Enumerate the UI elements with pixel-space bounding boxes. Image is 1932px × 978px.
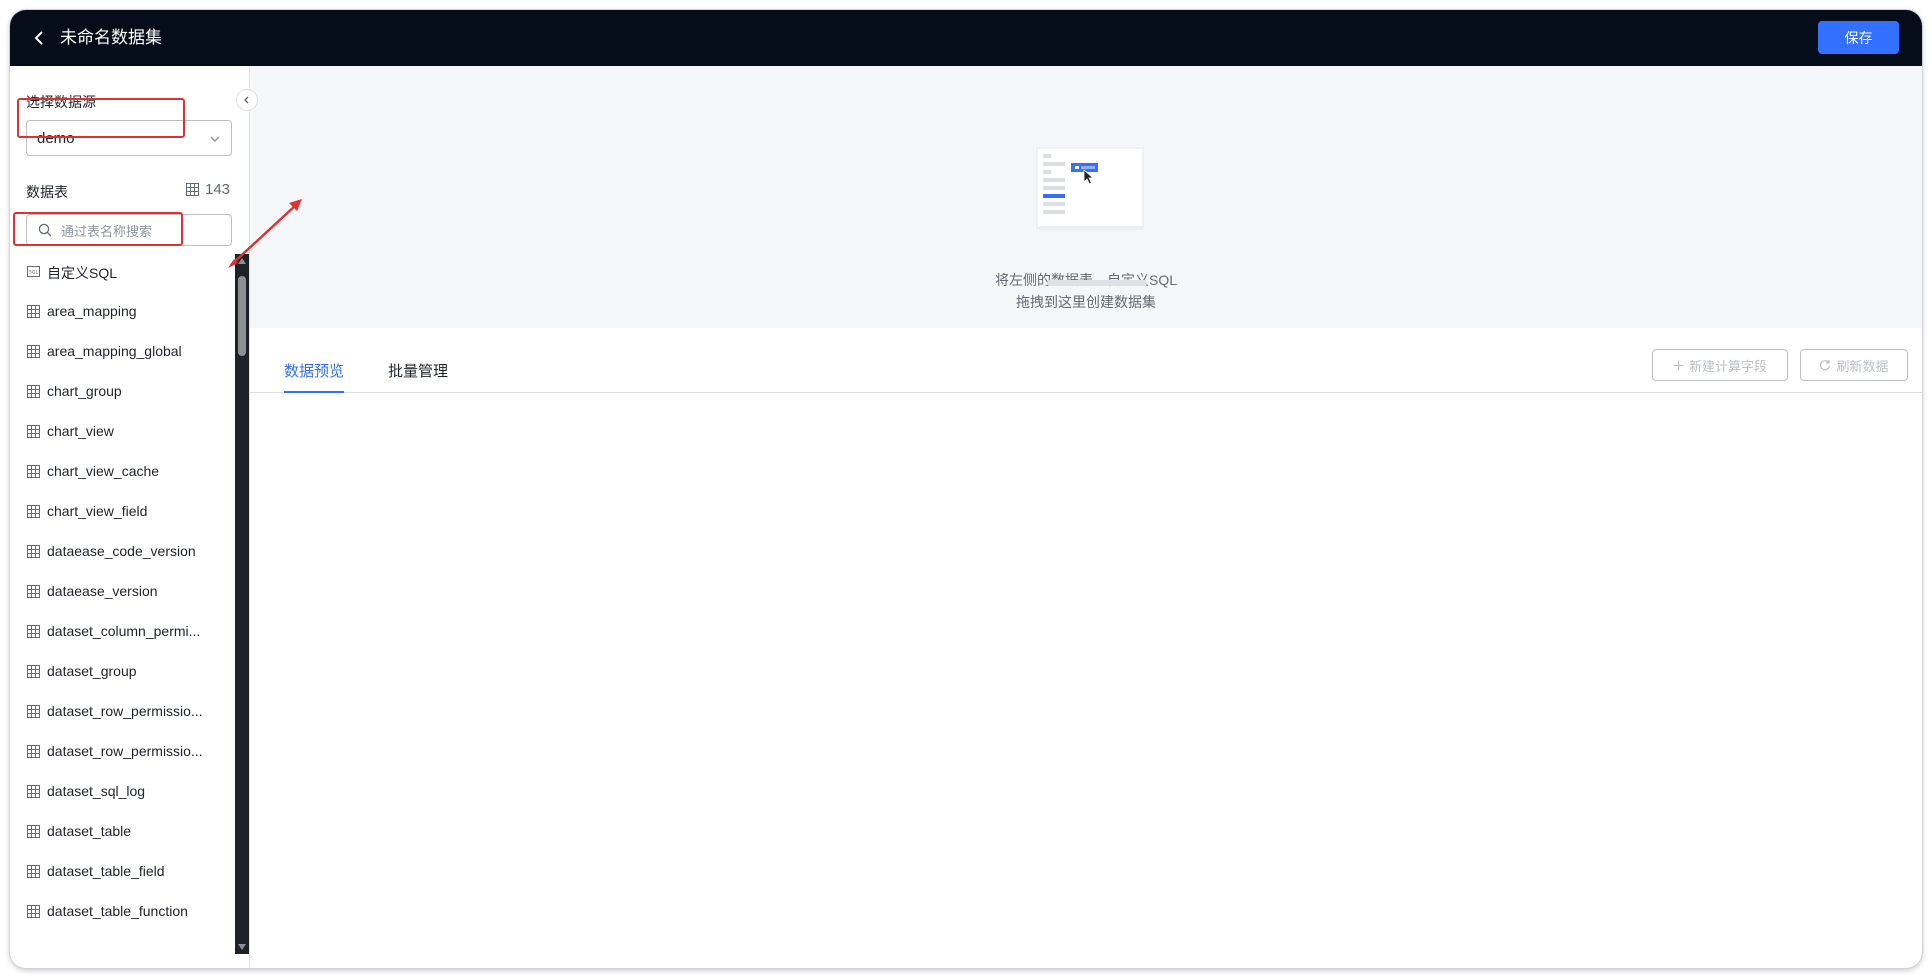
table-list-scrollbar[interactable] bbox=[235, 254, 249, 954]
refresh-data-label: 刷新数据 bbox=[1836, 358, 1889, 374]
table-list-item[interactable]: dataset_group bbox=[10, 656, 235, 688]
table-name: dataset_row_permissio... bbox=[47, 703, 203, 719]
drop-zone-hint: 将左侧的数据表、自定义SQL 拖拽到这里创建数据集 bbox=[250, 269, 1922, 313]
table-icon bbox=[27, 745, 40, 758]
chevron-down-icon bbox=[210, 136, 220, 142]
drop-zone[interactable]: 将左侧的数据表、自定义SQL 拖拽到这里创建数据集 bbox=[250, 66, 1922, 328]
table-icon bbox=[27, 585, 40, 598]
plus-icon bbox=[1673, 360, 1684, 370]
table-name: chart_view_cache bbox=[47, 463, 160, 479]
table-name: dataset_group bbox=[47, 663, 137, 679]
table-icon bbox=[27, 625, 40, 638]
table-list-item[interactable]: area_mapping bbox=[10, 296, 235, 328]
table-list: SQL 自定义SQL area_mapping area_mapping_glob… bbox=[10, 254, 235, 966]
dataset-title[interactable]: 未命名数据集 bbox=[60, 26, 162, 50]
table-name: dataset_sql_log bbox=[47, 783, 146, 799]
datasource-label: 选择数据源 bbox=[26, 94, 96, 110]
tables-count: 143 bbox=[186, 181, 230, 198]
preview-tabs: 数据预览 批量管理 新建计算字段 刷新数据 bbox=[250, 328, 1922, 393]
table-list-item[interactable]: dataset_table_field bbox=[10, 856, 235, 888]
table-search[interactable] bbox=[26, 214, 232, 246]
sidebar: 选择数据源 demo 数据表 143 通过表名称搜索 SQL 自定义SQL ar… bbox=[10, 66, 258, 968]
table-icon bbox=[27, 785, 40, 798]
table-name: dataset_column_permi... bbox=[47, 623, 201, 639]
table-list-item[interactable]: chart_view_field bbox=[10, 496, 235, 528]
table-list-item[interactable]: dataease_version bbox=[10, 576, 235, 608]
table-name: dataset_table_function bbox=[47, 903, 188, 919]
custom-sql-label: 自定义SQL bbox=[47, 265, 118, 281]
table-name: chart_group bbox=[47, 383, 122, 399]
table-icon bbox=[27, 865, 40, 878]
collapse-sidebar-button[interactable] bbox=[236, 89, 258, 111]
table-list-item[interactable]: dataset_column_permi... bbox=[10, 616, 235, 648]
sql-icon: SQL bbox=[27, 266, 40, 277]
table-icon bbox=[27, 905, 40, 918]
drop-zone-hint-line2: 拖拽到这里创建数据集 bbox=[1016, 294, 1156, 310]
tables-label: 数据表 bbox=[26, 184, 68, 200]
table-icon bbox=[27, 465, 40, 478]
scroll-up-arrow[interactable] bbox=[238, 258, 246, 264]
datasource-select[interactable]: demo bbox=[26, 120, 232, 156]
resize-handle[interactable] bbox=[1047, 280, 1147, 286]
custom-sql-item[interactable]: SQL 自定义SQL bbox=[10, 256, 235, 288]
save-button[interactable]: 保存 bbox=[1818, 21, 1899, 54]
table-list-item[interactable]: chart_view_cache bbox=[10, 456, 235, 488]
table-name: area_mapping bbox=[47, 303, 137, 319]
table-icon bbox=[27, 665, 40, 678]
table-list-item[interactable]: dataset_sql_log bbox=[10, 776, 235, 808]
table-name: area_mapping_global bbox=[47, 343, 182, 359]
table-name: dataease_code_version bbox=[47, 543, 196, 559]
app-window: 未命名数据集 保存 选择数据源 demo 数据表 143 通过表名称搜索 SQL… bbox=[10, 10, 1922, 968]
back-arrow-icon[interactable] bbox=[30, 28, 50, 48]
table-icon bbox=[27, 545, 40, 558]
table-name: dataset_table_field bbox=[47, 863, 165, 879]
table-icon bbox=[186, 183, 199, 196]
refresh-data-button[interactable]: 刷新数据 bbox=[1800, 349, 1908, 381]
add-calculated-field-label: 新建计算字段 bbox=[1688, 358, 1767, 374]
table-icon bbox=[27, 425, 40, 438]
table-name: dataset_row_permissio... bbox=[47, 743, 203, 759]
scroll-down-arrow[interactable] bbox=[238, 944, 246, 950]
tab-data-preview[interactable]: 数据预览 bbox=[284, 360, 345, 393]
table-name: dataset_table bbox=[47, 823, 132, 839]
table-list-item[interactable]: chart_group bbox=[10, 376, 235, 408]
search-icon bbox=[38, 223, 52, 237]
table-name: chart_view_field bbox=[47, 503, 148, 519]
tables-count-value: 143 bbox=[205, 181, 231, 198]
top-bar: 未命名数据集 保存 bbox=[10, 10, 1922, 66]
table-icon bbox=[27, 385, 40, 398]
scroll-thumb[interactable] bbox=[238, 276, 246, 356]
refresh-icon bbox=[1820, 360, 1831, 371]
tab-batch-management[interactable]: 批量管理 bbox=[388, 360, 448, 391]
table-list-item[interactable]: dataset_table bbox=[10, 816, 235, 848]
svg-text:SQL: SQL bbox=[29, 270, 38, 276]
table-search-input[interactable] bbox=[59, 220, 228, 242]
table-icon bbox=[27, 345, 40, 358]
table-list-item[interactable]: dataease_code_version bbox=[10, 536, 235, 568]
table-icon bbox=[27, 505, 40, 518]
table-list-item[interactable]: area_mapping_global bbox=[10, 336, 235, 368]
table-icon bbox=[27, 305, 40, 318]
table-list-item[interactable]: dataset_table_function bbox=[10, 896, 235, 928]
drag-illustration-icon bbox=[1036, 147, 1144, 230]
table-list-item[interactable]: chart_view bbox=[10, 416, 235, 448]
table-name: dataease_version bbox=[47, 583, 158, 599]
table-list-item[interactable]: dataset_row_permissio... bbox=[10, 736, 235, 768]
table-icon bbox=[27, 825, 40, 838]
table-list-item[interactable]: dataset_row_permissio... bbox=[10, 696, 235, 728]
chevron-left-icon bbox=[244, 96, 249, 104]
table-icon bbox=[27, 705, 40, 718]
datasource-value: demo bbox=[37, 130, 75, 147]
add-calculated-field-button[interactable]: 新建计算字段 bbox=[1652, 349, 1788, 381]
table-name: chart_view bbox=[47, 423, 114, 439]
